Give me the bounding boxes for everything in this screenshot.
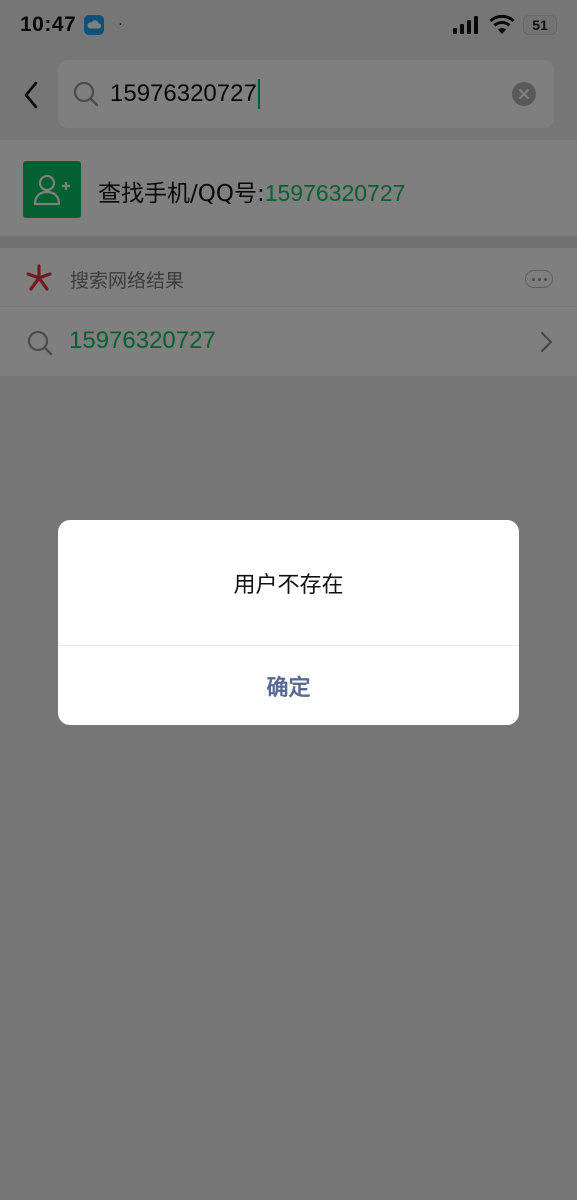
confirm-button[interactable]: 确定 bbox=[58, 646, 519, 725]
dialog-message: 用户不存在 bbox=[233, 572, 344, 598]
alert-dialog: 用户不存在 确定 bbox=[58, 520, 519, 725]
